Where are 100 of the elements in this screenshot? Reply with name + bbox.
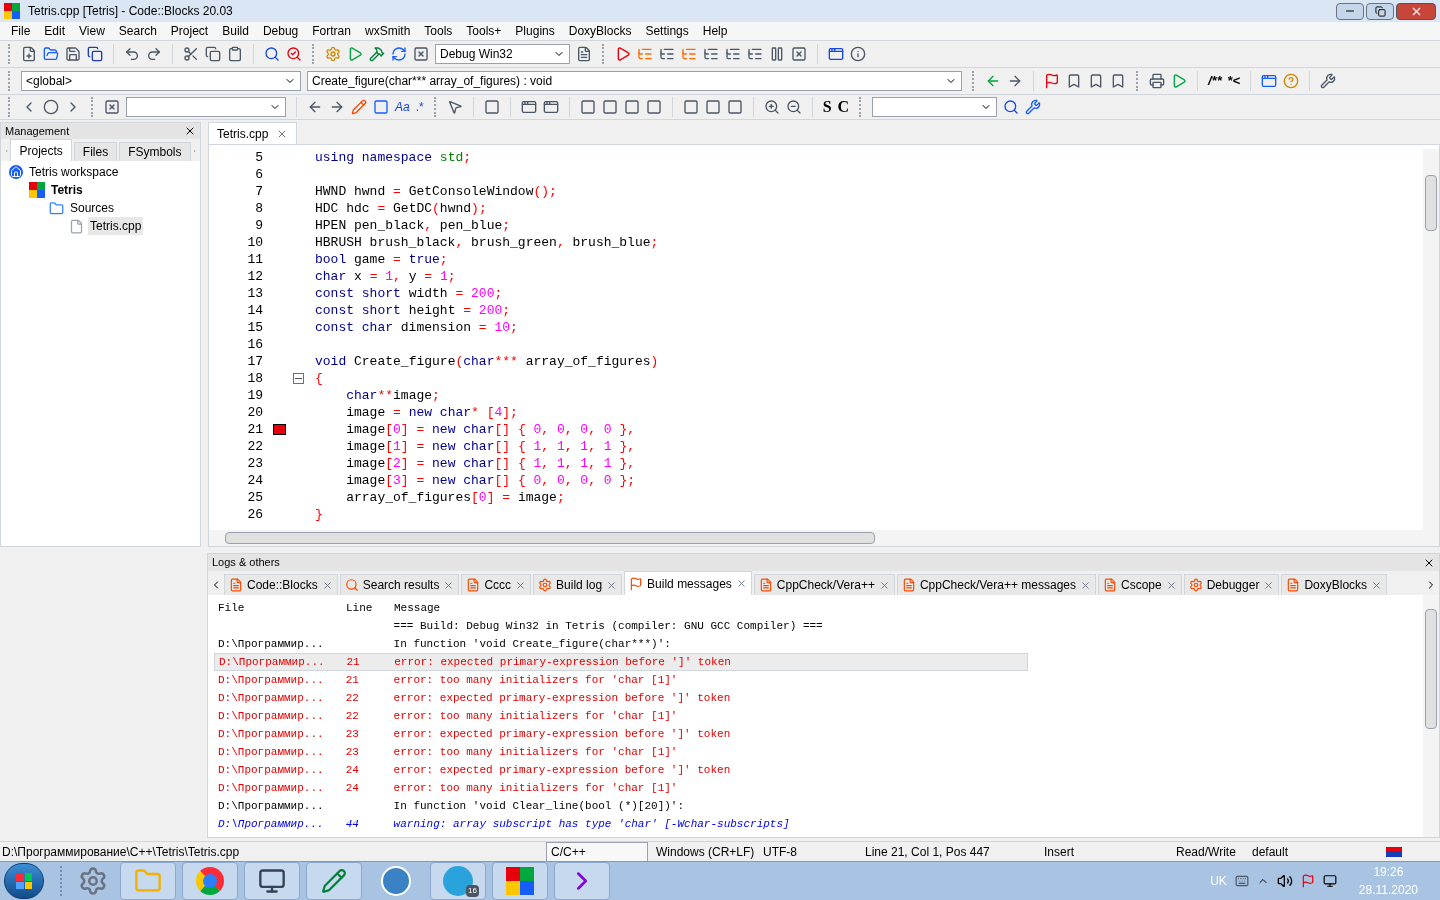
- save-all-icon[interactable]: [87, 46, 103, 62]
- log-row[interactable]: D:\Программир... 23 error: too many initializers for 'char [1]': [214, 743, 1028, 761]
- fold-toggle-icon[interactable]: [292, 373, 304, 384]
- match-case-button[interactable]: Aa: [395, 98, 410, 116]
- search-dropdown[interactable]: [126, 97, 286, 117]
- printer-icon[interactable]: [1149, 73, 1165, 89]
- taskbar-app[interactable]: [492, 862, 548, 900]
- selected-text-icon[interactable]: [373, 99, 389, 115]
- frame-icon[interactable]: [726, 99, 743, 115]
- regex-button[interactable]: .*: [415, 98, 424, 116]
- taskbar-app[interactable]: [306, 862, 362, 900]
- zoom-in-icon[interactable]: [763, 99, 780, 115]
- volume-icon[interactable]: [1276, 873, 1293, 889]
- log-tab[interactable]: CppCheck/Vera++: [753, 574, 895, 595]
- step-instruction-icon[interactable]: [747, 46, 763, 62]
- menu-item[interactable]: Edit: [37, 22, 73, 40]
- panel-icon[interactable]: [579, 99, 596, 115]
- log-tab[interactable]: Cscope: [1098, 574, 1182, 595]
- highlight-icon[interactable]: [351, 99, 367, 115]
- open-folder-icon[interactable]: [43, 46, 59, 62]
- run-doxywizard-icon[interactable]: [1171, 73, 1187, 89]
- forward-arrow-icon[interactable]: [329, 99, 345, 115]
- help-icon[interactable]: [1283, 73, 1300, 89]
- network-icon[interactable]: [1322, 874, 1337, 888]
- prev-bookmark-icon[interactable]: [1066, 73, 1082, 89]
- log-row[interactable]: D:\Программир... 21 error: expected primary-expression before ']' token: [214, 653, 1028, 671]
- menu-item[interactable]: Debug: [255, 22, 306, 40]
- menu-item[interactable]: DoxyBlocks: [561, 22, 639, 40]
- clear-icon[interactable]: [104, 99, 120, 115]
- rebuild-icon[interactable]: [391, 46, 407, 62]
- next-instruction-icon[interactable]: [725, 46, 741, 62]
- clear-bookmarks-icon[interactable]: [1110, 73, 1126, 89]
- column-header[interactable]: Line: [342, 599, 390, 617]
- save-icon[interactable]: [65, 46, 81, 62]
- start-button[interactable]: [4, 863, 44, 899]
- column-header[interactable]: File: [214, 599, 342, 617]
- log-row[interactable]: D:\Программир... 44 warning: array subscript has type 'char' [-Wchar-subscripts]: [214, 815, 1028, 833]
- rectangle-icon[interactable]: [483, 99, 500, 115]
- tree-item[interactable]: Tetris: [49, 181, 85, 199]
- next-line-icon[interactable]: [659, 46, 675, 62]
- taskbar-app[interactable]: 16: [430, 862, 486, 900]
- paste-icon[interactable]: [227, 46, 243, 62]
- log-row[interactable]: D:\Программир... In function 'void Clear_line(bool (*)[20])':: [214, 797, 1028, 815]
- menu-item[interactable]: Plugins: [508, 22, 562, 40]
- menu-item[interactable]: Project: [163, 22, 216, 40]
- wrench-icon[interactable]: [1025, 99, 1042, 115]
- log-row[interactable]: === Build: Debug Win32 in Tetris (compiler: GNU GCC Compiler) ===: [214, 617, 1028, 635]
- new-file-icon[interactable]: [21, 46, 37, 62]
- pointer-icon[interactable]: [446, 99, 463, 115]
- panel-tab[interactable]: FSymbols: [119, 142, 191, 161]
- log-row[interactable]: D:\Программир... 22 error: expected primary-expression before ']' token: [214, 689, 1028, 707]
- minimize-button[interactable]: [1336, 2, 1364, 20]
- tree-item[interactable]: Tetris workspace: [27, 163, 121, 181]
- undo-icon[interactable]: [124, 46, 140, 62]
- grid-icon[interactable]: [520, 99, 537, 115]
- browser-icon[interactable]: [1261, 73, 1278, 89]
- panel-icon[interactable]: [601, 99, 618, 115]
- step-into-icon[interactable]: [681, 46, 697, 62]
- zoom-out-icon[interactable]: [785, 99, 802, 115]
- menu-item[interactable]: View: [72, 22, 112, 40]
- menu-item[interactable]: Help: [695, 22, 735, 40]
- panel-icon[interactable]: [623, 99, 640, 115]
- scope-dropdown[interactable]: <global>: [21, 71, 301, 91]
- tree-item[interactable]: Tetris.cpp: [88, 217, 144, 235]
- menu-item[interactable]: wxSmith: [357, 22, 418, 40]
- copy-icon[interactable]: [205, 46, 221, 62]
- menu-item[interactable]: Tools+: [459, 22, 509, 40]
- horizontal-scrollbar[interactable]: [209, 530, 1439, 546]
- step-c-button[interactable]: C: [837, 95, 850, 119]
- pause-icon[interactable]: [769, 46, 785, 62]
- menu-item[interactable]: File: [4, 22, 38, 40]
- log-tab[interactable]: Build messages: [624, 571, 752, 595]
- vertical-scrollbar[interactable]: [1423, 595, 1439, 837]
- replace-icon[interactable]: [286, 46, 302, 62]
- panel-tab[interactable]: Files: [73, 142, 118, 161]
- build-run-icon[interactable]: [369, 46, 385, 62]
- back-arrow-icon[interactable]: [307, 99, 323, 115]
- log-row[interactable]: D:\Программир... 24 error: expected primary-expression before ']' token: [214, 761, 1028, 779]
- info-icon[interactable]: [850, 46, 866, 62]
- taskbar-app[interactable]: [244, 862, 300, 900]
- keyboard-icon[interactable]: [1234, 874, 1249, 888]
- search-icon[interactable]: [1003, 99, 1020, 115]
- gear-icon[interactable]: [78, 866, 108, 896]
- search-dropdown[interactable]: [872, 97, 998, 117]
- menu-item[interactable]: Tools: [417, 22, 460, 40]
- next-bookmark-icon[interactable]: [1088, 73, 1104, 89]
- run-to-cursor-icon[interactable]: [637, 46, 653, 62]
- close-button[interactable]: [1396, 2, 1436, 20]
- menu-item[interactable]: Search: [111, 22, 164, 40]
- dot-icon[interactable]: [43, 99, 59, 115]
- stop-icon[interactable]: [791, 46, 807, 62]
- log-row[interactable]: D:\Программир... 23 error: expected primary-expression before ']' token: [214, 725, 1028, 743]
- target-options-icon[interactable]: [576, 46, 592, 62]
- log-tab[interactable]: Search results: [339, 574, 460, 595]
- editor-tab[interactable]: Tetris.cpp: [208, 122, 298, 144]
- menu-item[interactable]: Settings: [638, 22, 696, 40]
- taskbar-app[interactable]: [554, 862, 610, 900]
- panel-tab[interactable]: Projects: [10, 139, 72, 161]
- close-icon[interactable]: [184, 125, 196, 137]
- flag-icon[interactable]: [1044, 73, 1060, 89]
